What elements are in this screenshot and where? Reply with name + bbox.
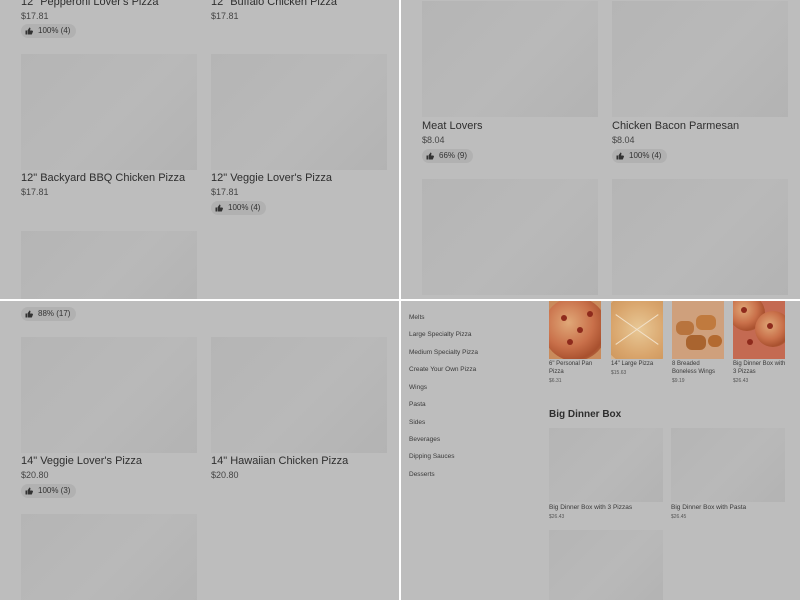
item-image [671,428,785,502]
menu-grid-bottom-left: 88% (17) 14" Veggie Lover's Pizza $20.80… [0,301,399,600]
rating-badge: 88% (17) [21,307,77,321]
item-image[interactable] [21,231,197,299]
rating-badge: 100% (4) [612,149,668,163]
item-name: Meat Lovers [422,120,483,132]
item-price: $20.80 [211,470,239,480]
rating-value: 100% (4) [228,203,261,212]
item-name: 12" Pepperoni Lover's Pizza [21,0,159,8]
item-image [21,54,197,170]
item-image[interactable] [612,179,788,295]
category-link-desserts[interactable]: Desserts [409,471,435,478]
menu-item-card[interactable]: 12" Buffalo Chicken Pizza $17.81 [211,0,387,40]
menu-item-card[interactable]: 14" Hawaiian Chicken Pizza $20.80 [211,337,387,487]
menu-item-card[interactable]: 12" Veggie Lover's Pizza $17.81 100% (4) [211,54,387,219]
item-price: $17.81 [21,187,49,197]
item-image [733,301,785,359]
rating-value: 100% (4) [38,26,71,35]
item-price: $17.81 [21,11,49,21]
thumbs-up-icon [215,204,223,212]
featured-item-card[interactable]: 6" Personal Pan Pizza $6.31 [549,301,605,391]
thumbs-up-icon [426,152,434,160]
item-name: 12" Veggie Lover's Pizza [211,172,332,184]
item-price: $8.04 [612,135,635,145]
item-image[interactable] [549,530,663,600]
item-image [549,301,601,359]
featured-item-card[interactable]: 14" Large Pizza $15.63 [611,301,667,391]
item-name: 14" Veggie Lover's Pizza [21,455,142,467]
category-link-create-your-own-pizza[interactable]: Create Your Own Pizza [409,366,476,373]
rating-value: 100% (4) [629,151,662,160]
item-image [612,1,788,117]
item-price: $6.31 [549,378,562,384]
category-link-wings[interactable]: Wings [409,384,427,391]
rating-badge: 100% (3) [21,484,77,498]
category-link-melts[interactable]: Melts [409,314,425,321]
rating-value: 88% (17) [38,309,71,318]
thumbs-up-icon [616,152,624,160]
menu-item-card[interactable]: Meat Lovers $8.04 66% (9) [422,1,598,166]
menu-grid-top-left: 12" Pepperoni Lover's Pizza $17.81 100% … [0,0,399,299]
menu-item-card[interactable]: 12" Backyard BBQ Chicken Pizza $17.81 [21,54,197,204]
item-price: $26.43 [733,378,749,384]
item-price: $8.04 [422,135,445,145]
item-price: $15.63 [611,370,627,376]
item-image [549,428,663,502]
menu-item-card[interactable]: 12" Pepperoni Lover's Pizza $17.81 100% … [21,0,197,40]
item-name: 8 Breaded Boneless Wings [672,361,716,375]
item-image[interactable] [422,179,598,295]
item-price: $17.81 [211,11,239,21]
category-link-dipping-sauces[interactable]: Dipping Sauces [409,453,455,460]
category-link-sides[interactable]: Sides [409,419,425,426]
thumbs-up-icon [25,487,33,495]
item-name: 6" Personal Pan Pizza [549,361,593,375]
item-name: 12" Buffalo Chicken Pizza [211,0,337,8]
item-image [211,337,387,453]
screenshot-canvas: 12" Pepperoni Lover's Pizza $17.81 100% … [0,0,800,600]
thumbs-up-icon [25,310,33,318]
restaurant-menu-panel: Melts Large Specialty Pizza Medium Speci… [401,301,800,600]
item-image [422,1,598,117]
item-image [21,337,197,453]
rating-value: 100% (3) [38,486,71,495]
category-link-large-specialty-pizza[interactable]: Large Specialty Pizza [409,331,472,338]
item-price: $9.19 [672,378,685,384]
category-link-medium-specialty-pizza[interactable]: Medium Specialty Pizza [409,349,478,356]
featured-item-card[interactable]: Big Dinner Box with 3 Pizzas $26.43 [733,301,789,391]
item-image[interactable] [21,514,197,600]
item-name: Big Dinner Box with Pasta [671,504,747,511]
featured-item-card[interactable]: 8 Breaded Boneless Wings $9.19 [672,301,728,391]
rating-badge: 100% (4) [21,24,77,38]
horizontal-divider [0,299,800,301]
thumbs-up-icon [25,27,33,35]
menu-item-card[interactable]: 14" Veggie Lover's Pizza $20.80 100% (3) [21,337,197,502]
item-name: 14" Hawaiian Chicken Pizza [211,455,349,467]
category-link-pasta[interactable]: Pasta [409,401,426,408]
item-name: Big Dinner Box with 3 Pizzas [733,361,786,375]
rating-badge: 100% (4) [211,201,267,215]
section-title: Big Dinner Box [549,409,622,420]
item-name: Big Dinner Box with 3 Pizzas [549,504,633,511]
item-name: 12" Backyard BBQ Chicken Pizza [21,172,186,184]
item-image [211,54,387,170]
rating-value: 66% (9) [439,151,468,160]
menu-item-card[interactable]: Big Dinner Box with Pasta $26.45 [671,428,785,523]
menu-item-card[interactable]: Chicken Bacon Parmesan $8.04 100% (4) [612,1,788,166]
item-name: 14" Large Pizza [611,361,654,367]
item-price: $26.43 [549,514,565,520]
item-price: $20.80 [21,470,49,480]
item-price: $17.81 [211,187,239,197]
category-link-beverages[interactable]: Beverages [409,436,440,443]
item-price: $26.45 [671,514,687,520]
item-image [672,301,724,359]
item-name: Chicken Bacon Parmesan [612,120,740,132]
menu-grid-top-right: Meat Lovers $8.04 66% (9) Chicken Bacon … [401,0,800,299]
item-image [611,301,663,359]
menu-item-card[interactable]: Big Dinner Box with 3 Pizzas $26.43 [549,428,663,523]
rating-badge: 66% (9) [422,149,474,163]
